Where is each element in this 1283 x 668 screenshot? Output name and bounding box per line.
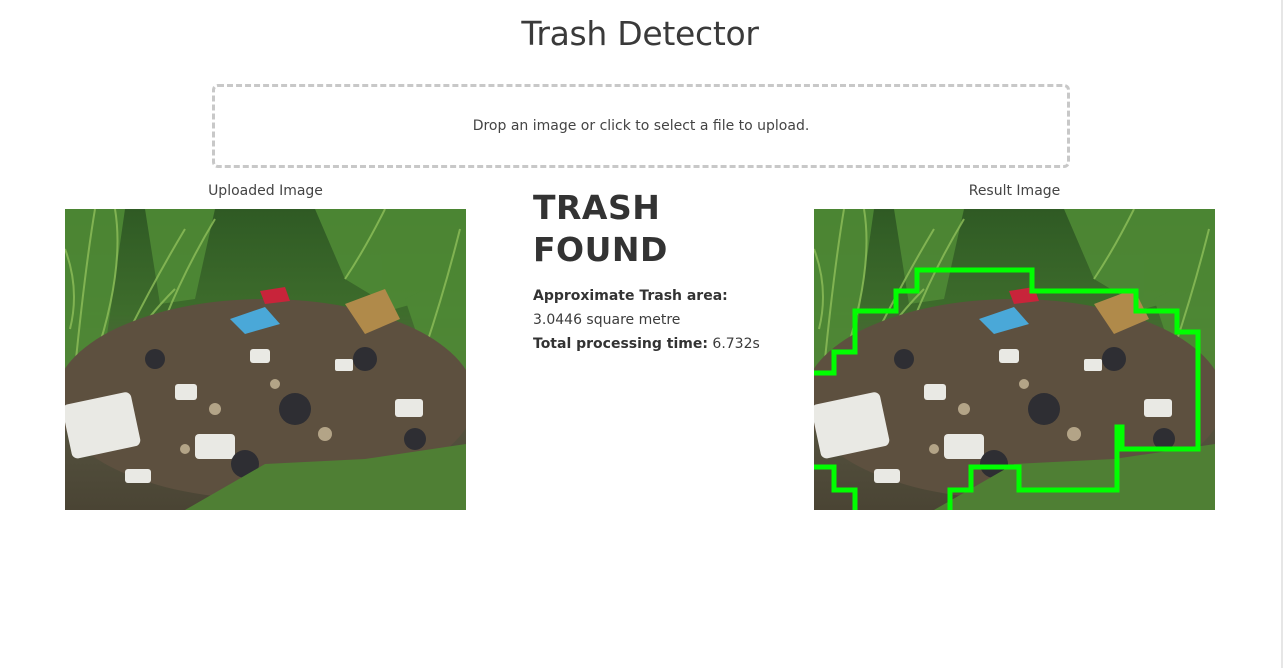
result-heading-line-2: FOUND [533,230,668,269]
area-label: Approximate Trash area: [533,288,728,304]
upload-prompt: Drop an image or click to select a file … [472,118,810,134]
processing-time-label: Total processing time: [533,336,708,352]
result-stats: Approximate Trash area: 3.0446 square me… [533,284,760,356]
result-heading: TRASH FOUND [533,187,668,271]
upload-dropzone[interactable]: Drop an image or click to select a file … [212,84,1070,168]
page-title: Trash Detector [521,14,759,53]
area-value: 3.0446 square metre [533,312,681,328]
processing-time-value: 6.732s [712,336,760,352]
result-heading-line-1: TRASH [533,188,661,227]
result-image-caption: Result Image [968,183,1061,199]
uploaded-image [65,209,466,510]
result-image [814,209,1215,510]
uploaded-image-caption: Uploaded Image [208,183,323,199]
